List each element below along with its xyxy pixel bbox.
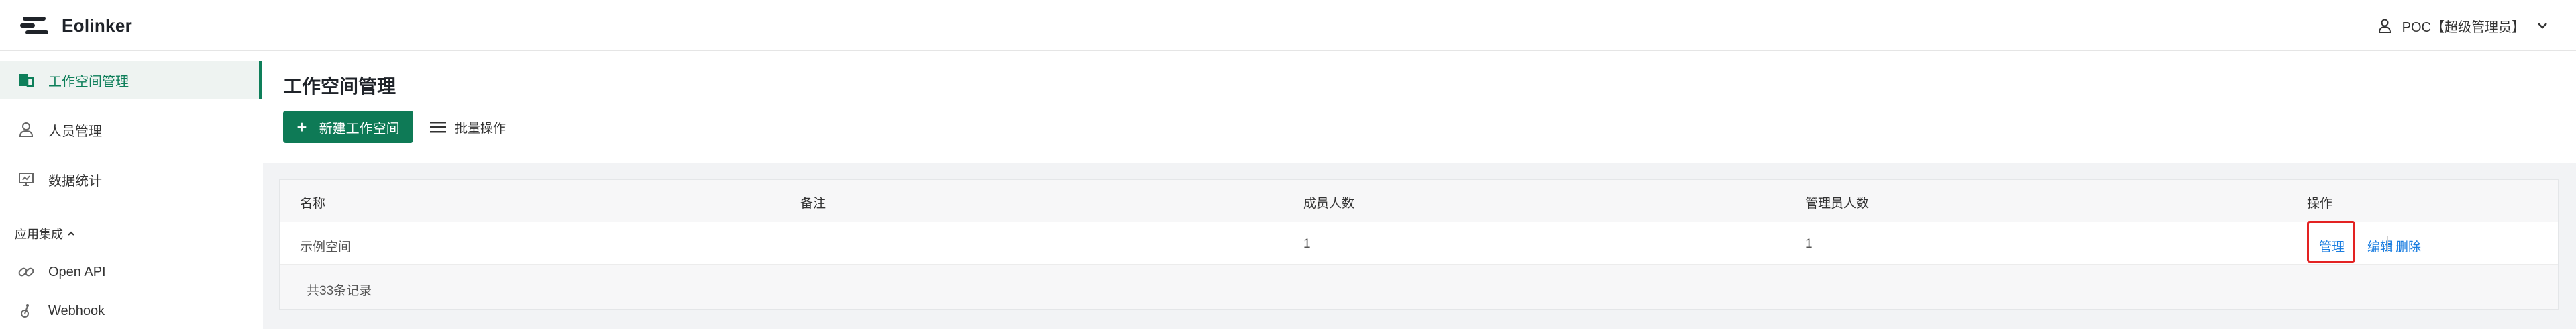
sidebar-item-open-api[interactable]: Open API: [0, 253, 262, 291]
delete-link[interactable]: 删除: [2396, 237, 2421, 255]
column-header-name: 名称: [300, 197, 326, 211]
sidebar-item-workspace[interactable]: 工作空间管理: [0, 61, 262, 99]
new-workspace-label: 新建工作空间: [319, 121, 400, 136]
webhook-icon: [21, 304, 29, 318]
page-title: 工作空间管理: [283, 76, 396, 97]
logo-text: Eolinker: [62, 15, 132, 36]
logo[interactable]: Eolinker: [20, 15, 132, 36]
workspace-table: 名称 备注 成员人数 管理员人数 操作 示例空间 1 1 管理 编辑 删除 共3…: [279, 179, 2559, 310]
table-row: 示例空间 1 1 管理 编辑 删除: [280, 221, 2558, 265]
cell-members: 1: [1303, 237, 1311, 251]
sidebar-item-statistics[interactable]: 数据统计: [0, 160, 262, 198]
sidebar: 工作空间管理 人员管理 数据统计 应用集成 Open API Webhook: [0, 52, 262, 329]
sidebar-item-people[interactable]: 人员管理: [0, 111, 262, 148]
new-workspace-button[interactable]: + 新建工作空间: [283, 111, 413, 143]
plus-icon: +: [297, 117, 307, 137]
monitor-icon: [19, 173, 34, 186]
sidebar-item-label: 工作空间管理: [48, 74, 129, 89]
column-header-note: 备注: [800, 197, 826, 211]
person-icon: [19, 122, 34, 137]
workspace-icon: [19, 74, 34, 87]
content-area: 名称 备注 成员人数 管理员人数 操作 示例空间 1 1 管理 编辑 删除 共3…: [263, 163, 2576, 329]
column-header-actions: 操作: [2307, 197, 2333, 211]
sidebar-group-label: 应用集成: [15, 228, 63, 241]
edit-link[interactable]: 编辑: [2367, 237, 2393, 255]
top-bar: Eolinker POC【超级管理员】: [0, 0, 2576, 51]
chevron-up-icon: [68, 231, 74, 236]
user-menu[interactable]: POC【超级管理员】: [2377, 13, 2549, 38]
eolinker-logo-icon: [20, 17, 48, 34]
user-label: POC【超级管理员】: [2402, 19, 2525, 35]
list-icon: [430, 122, 446, 133]
table-header: 名称 备注 成员人数 管理员人数 操作: [280, 180, 2558, 222]
chevron-down-icon: [2538, 23, 2547, 29]
user-icon: [2378, 19, 2391, 33]
batch-operation-label: 批量操作: [455, 121, 506, 136]
page-header: 工作空间管理 + 新建工作空间 批量操作: [263, 52, 2576, 163]
manage-link[interactable]: 管理: [2319, 237, 2345, 255]
sidebar-group-integrations[interactable]: 应用集成: [15, 225, 75, 242]
cell-admins: 1: [1805, 237, 1813, 251]
batch-operation-button[interactable]: 批量操作: [429, 111, 506, 143]
column-header-admins: 管理员人数: [1805, 197, 1870, 211]
sidebar-item-label: 数据统计: [48, 173, 102, 189]
cell-name: 示例空间: [300, 240, 352, 254]
sidebar-item-label: Open API: [48, 264, 106, 279]
sidebar-item-label: 人员管理: [48, 124, 102, 139]
record-count: 共33条记录: [307, 284, 372, 298]
sidebar-item-webhook[interactable]: Webhook: [0, 292, 262, 329]
sidebar-item-label: Webhook: [48, 303, 105, 318]
action-divider: [2387, 236, 2388, 252]
column-header-members: 成员人数: [1303, 197, 1355, 211]
link-icon: [18, 267, 34, 277]
